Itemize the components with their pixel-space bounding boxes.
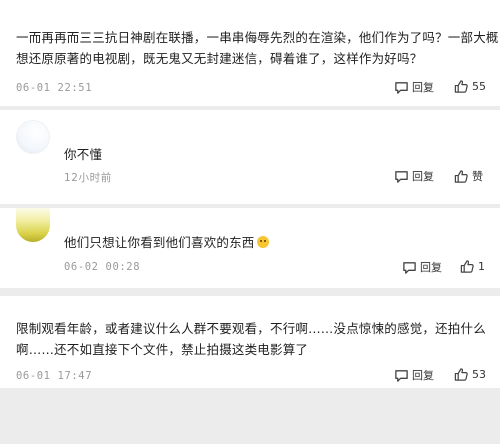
thumbs-up-icon bbox=[453, 79, 472, 94]
reply-label: 回复 bbox=[420, 261, 442, 274]
like-button[interactable]: 赞 bbox=[453, 168, 483, 184]
like-button[interactable]: 55 bbox=[453, 79, 486, 94]
reply-button[interactable]: 回复 bbox=[402, 259, 442, 275]
thumbs-up-icon bbox=[453, 367, 472, 382]
comment-text: 他们只想让你看到他们喜欢的东西 bbox=[64, 232, 269, 253]
reply-button[interactable]: 回复 bbox=[394, 168, 434, 184]
reply-button[interactable]: 回复 bbox=[394, 367, 434, 383]
comment-timestamp: 06-01 17:47 bbox=[16, 370, 93, 382]
comment-timestamp: 12小时前 bbox=[64, 172, 112, 184]
comment-timestamp: 06-01 22:51 bbox=[16, 82, 93, 94]
comment-text-line: 啊……还不如直接下个文件，禁止拍摄这类电影算了 bbox=[16, 342, 309, 357]
speech-bubble-icon bbox=[394, 169, 412, 184]
like-count: 53 bbox=[472, 368, 486, 381]
comment-text-line: 想还原原著的电视剧，既无鬼又无封建迷信，碍着谁了，这样作为好吗？ bbox=[16, 51, 423, 66]
like-count: 1 bbox=[478, 260, 485, 273]
like-label: 赞 bbox=[472, 170, 483, 183]
like-button[interactable]: 53 bbox=[453, 367, 486, 382]
reply-label: 回复 bbox=[412, 369, 434, 382]
comment-text: 你不懂 bbox=[64, 147, 103, 162]
comment-card: 限制观看年龄，或者建议什么人群不要观看，不行啊……没点惊悚的感觉，还拍什么 啊…… bbox=[0, 296, 500, 388]
comment-text-content: 他们只想让你看到他们喜欢的东西 bbox=[64, 235, 255, 250]
comment-card: 他们只想让你看到他们喜欢的东西 06-02 00:28 回复 1 bbox=[0, 208, 500, 288]
speech-bubble-icon bbox=[394, 80, 412, 95]
reply-label: 回复 bbox=[412, 170, 434, 183]
reply-button[interactable]: 回复 bbox=[394, 79, 434, 95]
thumbs-up-icon bbox=[459, 259, 478, 274]
comment-card: 一而再再而三三抗日神剧在联播，一串串侮辱先烈的在渲染，他们作为了吗？一部大概 想… bbox=[0, 0, 500, 106]
comment-card: 你不懂 12小时前 回复 赞 bbox=[0, 110, 500, 204]
comment-text-line: 一而再再而三三抗日神剧在联播，一串串侮辱先烈的在渲染，他们作为了吗？一部大概 bbox=[16, 30, 499, 45]
speech-bubble-icon bbox=[394, 368, 412, 383]
comment-feed: 一而再再而三三抗日神剧在联播，一串串侮辱先烈的在渲染，他们作为了吗？一部大概 想… bbox=[0, 0, 500, 444]
speech-bubble-icon bbox=[402, 260, 420, 275]
like-count: 55 bbox=[472, 80, 486, 93]
thumbs-up-icon bbox=[453, 169, 472, 184]
reply-label: 回复 bbox=[412, 81, 434, 94]
comment-timestamp: 06-02 00:28 bbox=[64, 261, 141, 273]
avatar[interactable] bbox=[16, 208, 50, 242]
comment-text-line: 限制观看年龄，或者建议什么人群不要观看，不行啊……没点惊悚的感觉，还拍什么 bbox=[16, 321, 486, 336]
smile-emoji-icon bbox=[256, 236, 269, 248]
like-button[interactable]: 1 bbox=[459, 259, 485, 274]
avatar[interactable] bbox=[16, 120, 50, 154]
